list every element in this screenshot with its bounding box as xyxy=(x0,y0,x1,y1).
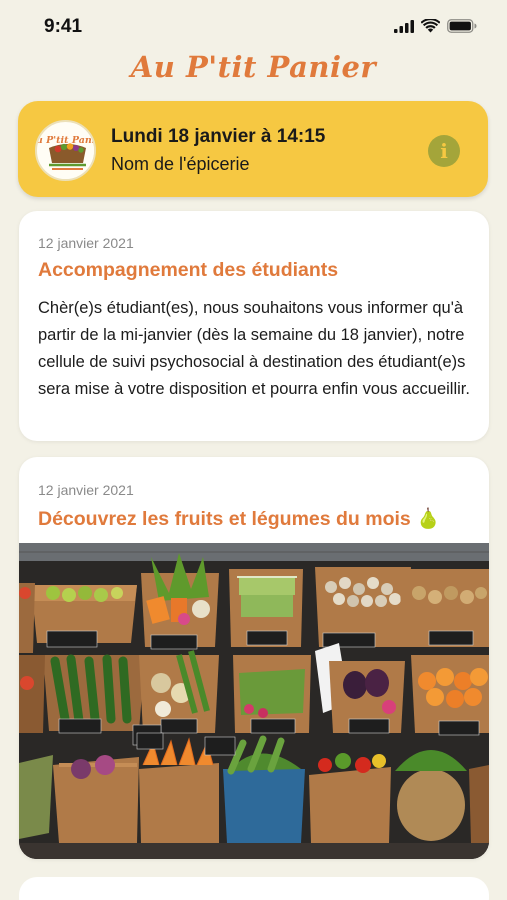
status-time: 9:41 xyxy=(44,16,83,37)
shop-banner[interactable]: Au P'tit Panier Lundi 18 janvier à 14:15… xyxy=(18,101,488,197)
pickup-date: Lundi 18 janvier à 14:15 xyxy=(111,126,326,147)
post-body: Chèr(e)s étudiant(es), nous souhaitons v… xyxy=(38,299,470,398)
battery-icon xyxy=(447,19,477,33)
cellular-signal-icon xyxy=(394,19,414,33)
app-title: Au P'tit Panier xyxy=(130,50,377,84)
wifi-icon xyxy=(421,19,440,33)
status-bar: 9:41 xyxy=(0,0,507,52)
post-title: Accompagnement des étudiants xyxy=(38,259,339,281)
news-card[interactable] xyxy=(19,877,489,900)
post-title: Découvrez les fruits et légumes du mois … xyxy=(38,508,441,530)
post-date: 12 janvier 2021 xyxy=(38,482,134,498)
post-date: 12 janvier 2021 xyxy=(38,235,134,251)
news-card[interactable]: 12 janvier 2021 Découvrez les fruits et … xyxy=(19,457,489,859)
shop-logo: Au P'tit Panier xyxy=(35,120,96,181)
store-name: Nom de l'épicerie xyxy=(111,154,250,174)
post-image xyxy=(19,543,489,859)
news-card[interactable]: 12 janvier 2021 Accompagnement des étudi… xyxy=(19,211,489,441)
info-icon[interactable]: i xyxy=(428,135,460,167)
status-icons xyxy=(394,19,477,33)
